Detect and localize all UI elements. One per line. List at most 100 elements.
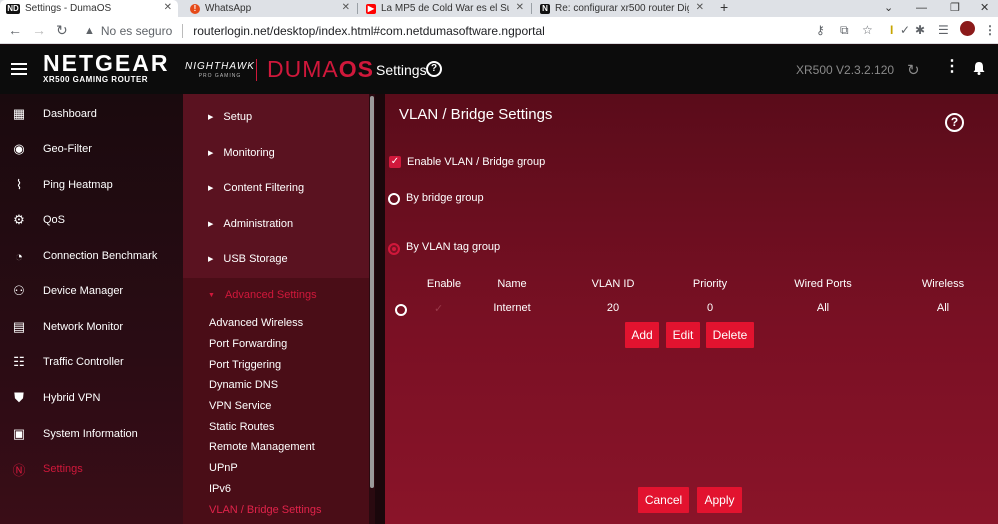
close-icon[interactable]: ✕ xyxy=(342,2,350,13)
refresh-icon[interactable]: ↻ xyxy=(907,61,920,79)
profile-avatar-icon[interactable] xyxy=(960,21,975,36)
notification-bell-icon[interactable] xyxy=(972,61,986,75)
sidebar-item-device-manager[interactable]: ⚇ Device Manager xyxy=(0,274,183,308)
row-wireless: All xyxy=(936,302,950,314)
by-vlan-label: By VLAN tag group xyxy=(406,241,501,253)
sidebar-item-traffic-controller[interactable]: ☷ Traffic Controller xyxy=(0,345,183,379)
back-arrow-icon[interactable]: ← xyxy=(8,22,22,38)
new-tab-button[interactable]: + xyxy=(720,0,728,15)
window-close-icon[interactable]: ✕ xyxy=(980,0,989,17)
netgear-n-icon: N xyxy=(540,3,550,14)
check-extension-icon[interactable]: ✓ xyxy=(900,22,910,38)
delete-button[interactable]: Delete xyxy=(706,322,754,348)
submenu-label: Setup xyxy=(223,111,253,123)
submenu-label: Monitoring xyxy=(223,147,275,159)
close-icon[interactable]: ✕ xyxy=(696,2,704,13)
tab-search-icon[interactable]: ⌄ xyxy=(884,0,893,17)
by-vlan-radio[interactable] xyxy=(388,243,400,255)
restore-icon[interactable]: ❐ xyxy=(950,0,960,17)
edit-button[interactable]: Edit xyxy=(666,322,700,348)
tab-netgear-forum[interactable]: N Re: configurar xr500 router Digi ✕ xyxy=(534,0,710,17)
extension-yellow-icon[interactable]: I xyxy=(890,22,893,38)
forward-arrow-icon[interactable]: → xyxy=(32,22,46,38)
tab-label: La MP5 de Cold War es el Subfusil xyxy=(381,3,509,14)
nighthawk-logo: NIGHTHAWK PRO GAMING xyxy=(185,61,255,79)
chevron-right-icon: ▶ xyxy=(208,185,214,192)
key-icon[interactable]: ⚷ xyxy=(816,22,825,38)
submenu-monitoring[interactable]: ▶ Monitoring xyxy=(208,147,275,159)
sidebar-item-label: System Information xyxy=(43,428,138,440)
sidebar-item-dashboard[interactable]: ▦ Dashboard xyxy=(0,97,183,131)
submenu-advanced-settings[interactable]: ▼ Advanced Settings xyxy=(208,289,317,301)
submenu-content-filtering[interactable]: ▶ Content Filtering xyxy=(208,182,304,194)
add-button[interactable]: Add xyxy=(625,322,659,348)
submenu-administration[interactable]: ▶ Administration xyxy=(208,218,293,230)
device-manager-icon: ⚇ xyxy=(13,283,25,298)
minimize-icon[interactable]: — xyxy=(916,0,927,17)
warning-icon[interactable]: ▲ xyxy=(84,25,95,37)
tab-label: WhatsApp xyxy=(205,3,252,14)
tab-settings-dumaos[interactable]: ND Settings - DumaOS ✕ xyxy=(0,0,178,17)
help-icon[interactable]: ? xyxy=(945,113,964,132)
submenu-setup[interactable]: ▶ Setup xyxy=(208,111,252,123)
tab-youtube[interactable]: ▶ La MP5 de Cold War es el Subfusil ✕ xyxy=(360,0,530,17)
sidebar-item-settings[interactable]: Ⓝ Settings xyxy=(0,452,183,486)
sidebar-item-label: Network Monitor xyxy=(43,321,124,333)
submenu-link-vpn-service[interactable]: VPN Service xyxy=(209,400,271,412)
tab-whatsapp[interactable]: ! WhatsApp ✕ xyxy=(184,0,356,17)
nighthawk-text: NIGHTHAWK xyxy=(185,61,255,72)
chevron-right-icon: ▶ xyxy=(208,114,214,121)
submenu-link-port-forwarding[interactable]: Port Forwarding xyxy=(209,338,287,350)
security-label[interactable]: No es seguro xyxy=(101,24,172,38)
submenu-link-remote-management[interactable]: Remote Management xyxy=(209,441,315,453)
submenu-link-dynamic-dns[interactable]: Dynamic DNS xyxy=(209,379,278,391)
sidebar-item-label: Hybrid VPN xyxy=(43,392,101,404)
close-icon[interactable]: ✕ xyxy=(516,2,524,13)
translate-icon[interactable]: ⧉ xyxy=(840,22,849,38)
sidebar-item-system-information[interactable]: ▣ System Information xyxy=(0,417,183,451)
url-divider xyxy=(182,23,184,38)
star-icon[interactable]: ☆ xyxy=(862,22,873,38)
header-help-icon[interactable]: ? xyxy=(426,61,442,77)
apply-button[interactable]: Apply xyxy=(697,487,742,513)
header-section-title: Settings xyxy=(376,62,427,78)
more-options-icon[interactable]: ⋮ xyxy=(944,59,960,75)
playlist-icon[interactable]: ☰ xyxy=(938,22,949,38)
submenu-link-ipv6[interactable]: IPv6 xyxy=(209,483,231,495)
qos-icon: ⚙ xyxy=(13,212,25,227)
chevron-right-icon: ▶ xyxy=(208,150,214,157)
tab-divider xyxy=(357,3,358,14)
row-select-radio[interactable] xyxy=(395,304,407,316)
sidebar-item-geo-filter[interactable]: ◉ Geo-Filter xyxy=(0,132,183,166)
submenu-link-port-triggering[interactable]: Port Triggering xyxy=(209,359,281,371)
sidebar-item-hybrid-vpn[interactable]: ⛊ Hybrid VPN xyxy=(0,381,183,415)
sidebar-item-network-monitor[interactable]: ▤ Network Monitor xyxy=(0,310,183,344)
submenu-link-advanced-wireless[interactable]: Advanced Wireless xyxy=(209,317,303,329)
by-bridge-radio[interactable] xyxy=(388,193,400,205)
sidebar-item-ping-heatmap[interactable]: ⌇ Ping Heatmap xyxy=(0,168,183,202)
cancel-button[interactable]: Cancel xyxy=(638,487,689,513)
enable-vlan-label: Enable VLAN / Bridge group xyxy=(407,156,546,168)
enable-vlan-checkbox[interactable]: ✓ xyxy=(389,156,401,168)
url-field[interactable]: ▲ No es seguro routerlogin.net/desktop/i… xyxy=(84,20,804,41)
puzzle-icon[interactable]: ✱ xyxy=(915,22,925,38)
hamburger-menu-icon[interactable] xyxy=(11,63,27,75)
submenu-link-static-routes[interactable]: Static Routes xyxy=(209,421,274,433)
submenu-link-vlan-bridge[interactable]: VLAN / Bridge Settings xyxy=(209,504,322,516)
by-bridge-label: By bridge group xyxy=(406,192,484,204)
sidebar-item-qos[interactable]: ⚙ QoS xyxy=(0,203,183,237)
reload-icon[interactable]: ↻ xyxy=(56,22,68,38)
row-enable-check[interactable]: ✓ xyxy=(434,302,443,315)
close-icon[interactable]: ✕ xyxy=(164,2,172,13)
browser-menu-icon[interactable]: ⋮ xyxy=(984,22,996,38)
submenu-link-upnp[interactable]: UPnP xyxy=(209,462,238,474)
col-enable-header: Enable xyxy=(426,278,462,290)
ping-heatmap-icon: ⌇ xyxy=(15,177,23,192)
sidebar-item-connection-benchmark[interactable]: ◔ Connection Benchmark xyxy=(0,239,183,273)
row-priority: 0 xyxy=(706,302,714,314)
submenu-scrollbar-thumb[interactable] xyxy=(370,96,374,488)
url-text[interactable]: routerlogin.net/desktop/index.html#com.n… xyxy=(193,24,545,38)
nighthawk-subtext: PRO GAMING xyxy=(198,73,242,79)
sidebar-item-label: Device Manager xyxy=(43,285,124,297)
submenu-usb-storage[interactable]: ▶ USB Storage xyxy=(208,253,288,265)
